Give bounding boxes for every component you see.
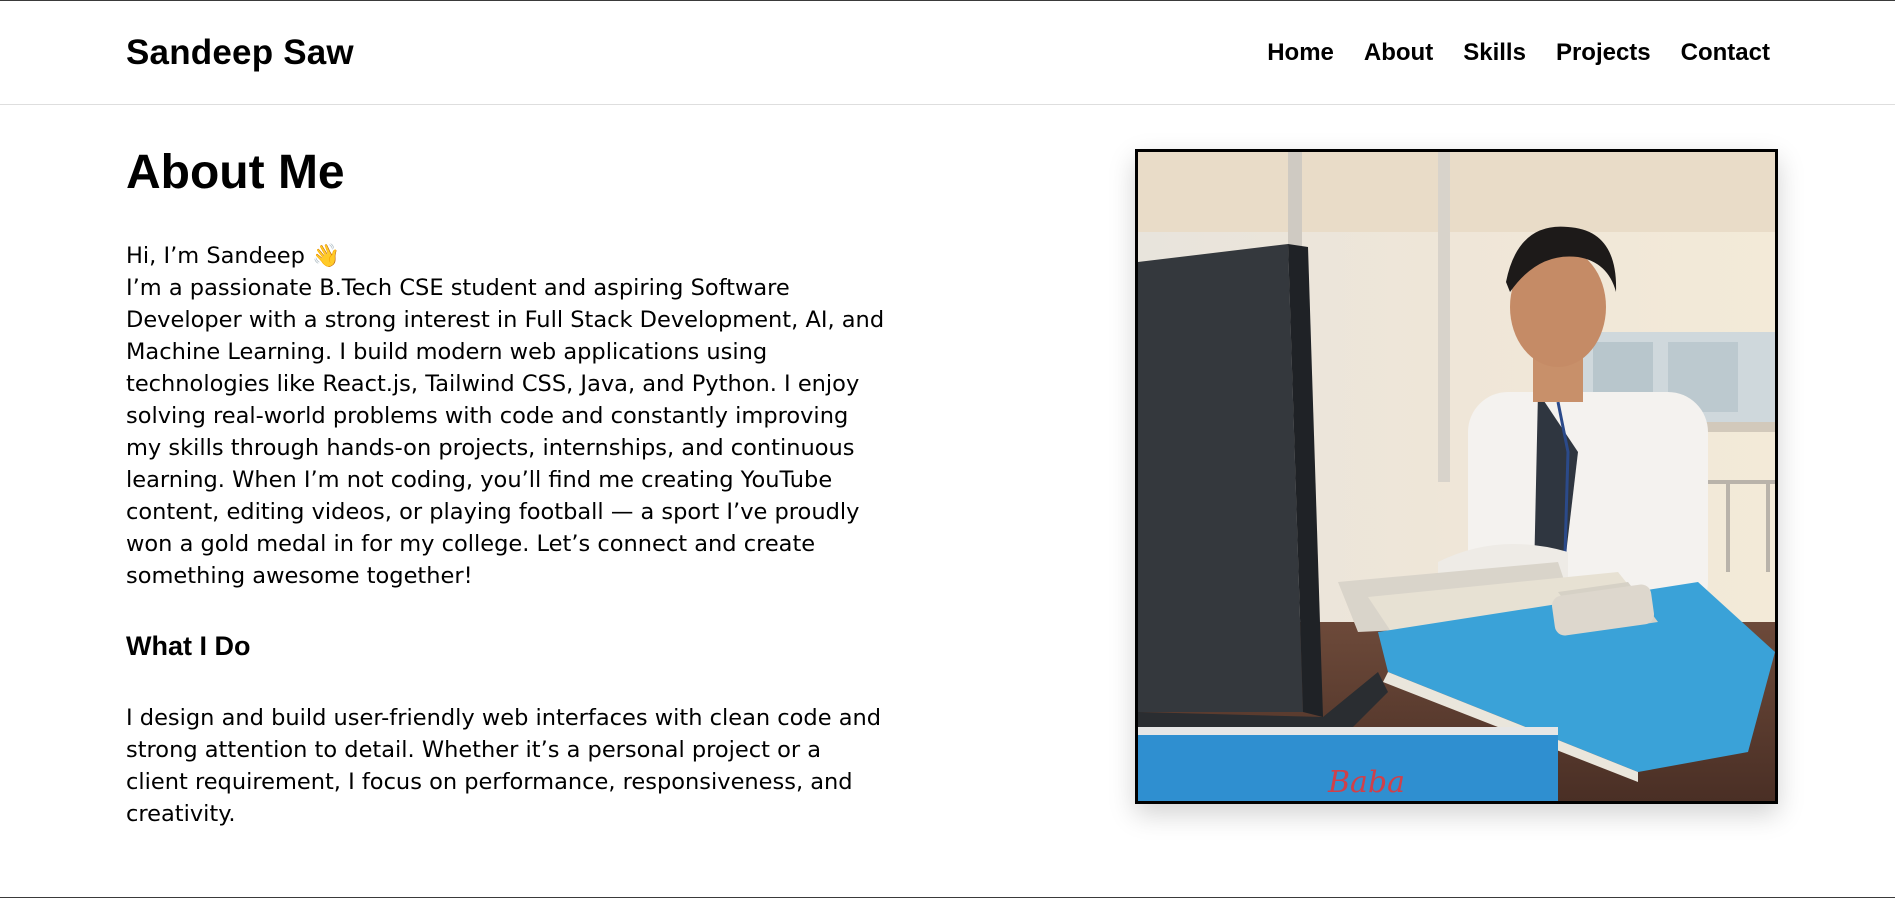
- what-i-do-heading: What I Do: [126, 630, 251, 661]
- greeting-text: Hi, I’m Sandeep 👋: [126, 242, 341, 269]
- page-title: About Me: [126, 146, 345, 199]
- what-i-do-paragraph: I design and build user-friendly web int…: [126, 705, 882, 828]
- profile-photo-illustration: Baba: [1138, 152, 1775, 801]
- svg-text:Baba: Baba: [1327, 765, 1405, 800]
- nav-link-skills[interactable]: Skills: [1463, 39, 1526, 67]
- nav-link-projects[interactable]: Projects: [1556, 39, 1651, 67]
- main-nav: Home About Skills Projects Contact: [1267, 39, 1770, 67]
- brand-logo-text[interactable]: Sandeep Saw: [126, 33, 354, 73]
- nav-link-contact[interactable]: Contact: [1681, 39, 1770, 67]
- nav-link-home[interactable]: Home: [1267, 39, 1334, 67]
- site-header: Sandeep Saw Home About Skills Projects C…: [0, 1, 1895, 105]
- nav-link-about[interactable]: About: [1364, 39, 1433, 67]
- about-text-column: About Me Hi, I’m Sandeep 👋 I’m a passion…: [126, 146, 886, 830]
- about-paragraph: I’m a passionate B.Tech CSE student and …: [126, 274, 885, 589]
- profile-photo: Baba: [1135, 149, 1778, 804]
